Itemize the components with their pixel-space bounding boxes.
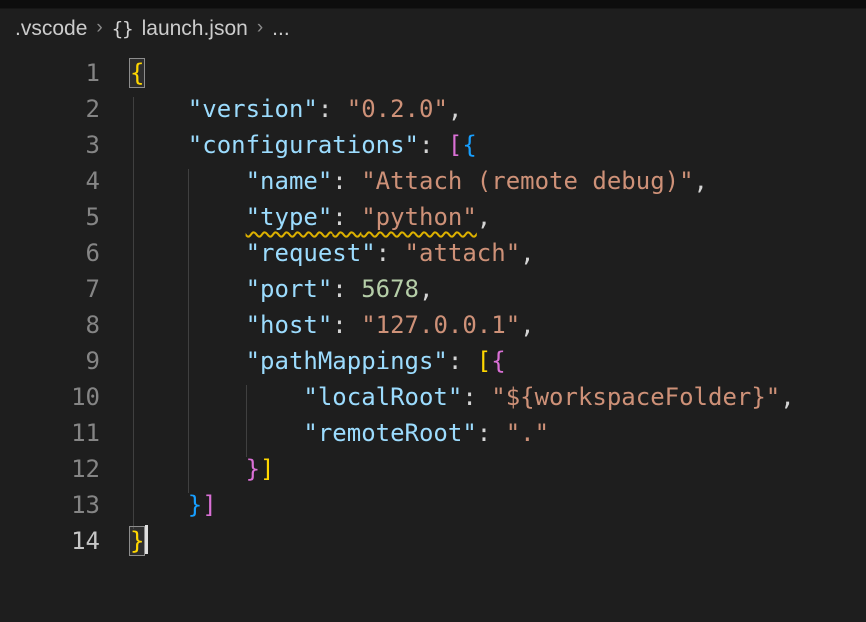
code-token: } [188, 491, 202, 519]
code-token: { [491, 347, 505, 375]
code-token: { [462, 131, 476, 159]
code-line-10[interactable]: "localRoot": "${workspaceFolder}", [130, 379, 866, 415]
breadcrumb: .vscode › {} launch.json › ... [0, 9, 866, 49]
line-number: 1 [0, 55, 100, 91]
code-token [130, 131, 188, 159]
code-token: , [780, 383, 794, 411]
code-token: "configurations" [188, 131, 419, 159]
code-token [130, 347, 246, 375]
code-token: "remoteRoot" [303, 419, 476, 447]
code-line-11[interactable]: "remoteRoot": "." [130, 415, 866, 451]
code-token: : [419, 131, 448, 159]
code-token [130, 311, 246, 339]
line-number: 8 [0, 307, 100, 343]
line-number: 12 [0, 451, 100, 487]
code-token: "localRoot" [303, 383, 462, 411]
matched-bracket: { [130, 59, 144, 87]
line-number: 13 [0, 487, 100, 523]
code-token: : [477, 419, 506, 447]
code-token: : [318, 95, 347, 123]
code-token: : [448, 347, 477, 375]
code-token: "type" [246, 203, 333, 231]
line-number: 6 [0, 235, 100, 271]
code-token: "attach" [405, 239, 521, 267]
code-token: , [419, 275, 433, 303]
code-line-6[interactable]: "request": "attach", [130, 235, 866, 271]
code-token: , [477, 203, 491, 231]
line-number: 4 [0, 163, 100, 199]
vscode-editor-window: .vscode › {} launch.json › ... 123456789… [0, 0, 866, 622]
breadcrumb-symbol-more[interactable]: ... [272, 17, 290, 41]
code-token: "0.2.0" [347, 95, 448, 123]
line-number: 2 [0, 91, 100, 127]
code-token: "pathMappings" [246, 347, 448, 375]
code-line-5[interactable]: "type": "python", [130, 199, 866, 235]
code-token [130, 383, 303, 411]
code-token: "host" [246, 311, 333, 339]
json-file-icon: {} [112, 18, 133, 40]
code-token: : [462, 383, 491, 411]
code-token: "${workspaceFolder}" [491, 383, 780, 411]
code-token [130, 203, 246, 231]
code-token: "Attach (remote debug)" [361, 167, 693, 195]
code-token: "request" [246, 239, 376, 267]
code-token: : [332, 203, 361, 231]
code-token: "name" [246, 167, 333, 195]
line-number: 14 [0, 523, 100, 559]
code-token: : [332, 311, 361, 339]
breadcrumb-folder[interactable]: .vscode [15, 17, 87, 41]
code-token: , [520, 239, 534, 267]
code-line-1[interactable]: { [130, 55, 866, 91]
line-number: 7 [0, 271, 100, 307]
code-token [130, 239, 246, 267]
chevron-right-icon: › [96, 17, 102, 39]
code-line-8[interactable]: "host": "127.0.0.1", [130, 307, 866, 343]
code-line-9[interactable]: "pathMappings": [{ [130, 343, 866, 379]
code-line-7[interactable]: "port": 5678, [130, 271, 866, 307]
code-token: "port" [246, 275, 333, 303]
text-cursor [145, 525, 148, 554]
matched-bracket: } [130, 527, 144, 555]
code-token: : [332, 275, 361, 303]
code-token [130, 95, 188, 123]
line-number: 3 [0, 127, 100, 163]
code-token: "." [506, 419, 549, 447]
code-line-2[interactable]: "version": "0.2.0", [130, 91, 866, 127]
code-token: : [332, 167, 361, 195]
line-number: 5 [0, 199, 100, 235]
code-line-4[interactable]: "name": "Attach (remote debug)", [130, 163, 866, 199]
line-number: 10 [0, 379, 100, 415]
code-token: , [520, 311, 534, 339]
code-token: : [376, 239, 405, 267]
code-token: 5678 [361, 275, 419, 303]
code-token: "version" [188, 95, 318, 123]
code-token [130, 419, 303, 447]
line-number: 11 [0, 415, 100, 451]
code-token: [ [448, 131, 462, 159]
code-token: [ [477, 347, 491, 375]
code-token: ] [260, 455, 274, 483]
code-token: } [246, 455, 260, 483]
code-token [130, 455, 246, 483]
code-token: "127.0.0.1" [361, 311, 520, 339]
code-token [130, 491, 188, 519]
code-token [130, 167, 246, 195]
gutter: 1234567891011121314 [0, 55, 100, 559]
code-token: "python" [361, 203, 477, 231]
code-line-14[interactable]: } [130, 523, 866, 559]
code-lines: { "version": "0.2.0", "configurations": … [130, 49, 866, 559]
code-token: , [694, 167, 708, 195]
code-token [130, 275, 246, 303]
code-line-13[interactable]: }] [130, 487, 866, 523]
chevron-right-icon: › [257, 17, 263, 39]
breadcrumb-file[interactable]: launch.json [142, 17, 248, 41]
editor-area[interactable]: 1234567891011121314 { "version": "0.2.0"… [0, 49, 866, 622]
code-token: ] [202, 491, 216, 519]
code-line-12[interactable]: }] [130, 451, 866, 487]
code-token: , [448, 95, 462, 123]
code-line-3[interactable]: "configurations": [{ [130, 127, 866, 163]
tab-bar-edge [0, 0, 866, 9]
line-number: 9 [0, 343, 100, 379]
